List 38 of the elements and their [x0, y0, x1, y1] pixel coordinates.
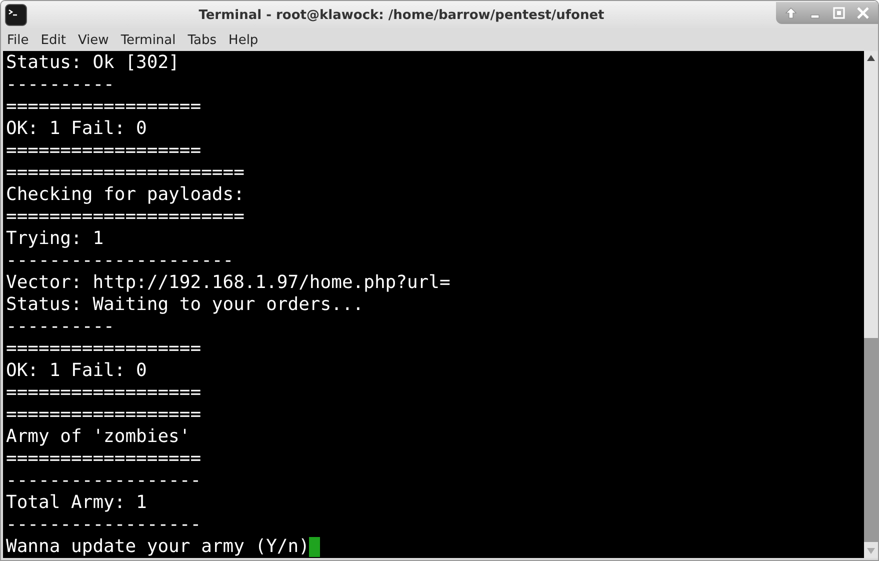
menu-item[interactable]: Tabs — [182, 32, 223, 48]
terminal-line: Trying: 1 — [6, 228, 104, 250]
terminal-line: ====================== — [6, 206, 244, 228]
menu-item[interactable]: Edit — [34, 32, 72, 48]
scroll-up-icon[interactable] — [866, 53, 876, 63]
terminal-line: ---------- — [6, 316, 114, 338]
terminal-line: Status: Waiting to your orders... — [6, 294, 364, 316]
terminal-line: ================== — [6, 338, 202, 360]
terminal-line: Total Army: 1 — [6, 492, 147, 514]
menu-item[interactable]: Help — [222, 32, 264, 48]
menu-item[interactable]: View — [72, 32, 115, 48]
close-icon[interactable] — [856, 6, 870, 20]
maximize-icon[interactable] — [832, 6, 846, 20]
terminal-line: Vector: http://192.168.1.97/home.php?url= — [6, 272, 450, 294]
terminal-line: Status: Ok [302] — [6, 52, 180, 74]
scroll-down-icon[interactable] — [866, 546, 876, 556]
menu-item[interactable]: Terminal — [114, 32, 182, 48]
terminal-line: Checking for payloads: — [6, 184, 244, 206]
window-title: Terminal - root@klawock: /home/barrow/pentest/ufonet — [198, 8, 606, 22]
terminal-line: ------------------ — [6, 514, 202, 536]
terminal-line: Wanna update your army (Y/n) — [6, 536, 310, 558]
terminal-line: ================== — [6, 382, 202, 404]
terminal-line: ================== — [6, 448, 202, 470]
terminal-line: OK: 1 Fail: 0 — [6, 360, 147, 382]
terminal-icon — [5, 4, 27, 26]
terminal-line: --------------------- — [6, 250, 234, 272]
terminal-line: ====================== — [6, 162, 244, 184]
terminal-line: OK: 1 Fail: 0 — [6, 118, 147, 140]
terminal-line: Army of 'zombies' — [6, 426, 190, 448]
terminal-line: ---------- — [6, 74, 114, 96]
terminal-line: ================== — [6, 140, 202, 162]
terminal-line: ================== — [6, 96, 202, 118]
terminal-line: ================== — [6, 404, 202, 426]
scrollbar-thumb[interactable] — [864, 338, 878, 542]
terminal-line: ------------------ — [6, 470, 202, 492]
up-arrow-icon[interactable] — [784, 6, 798, 20]
menu-item[interactable]: File — [1, 32, 35, 48]
scrollbar[interactable] — [864, 51, 878, 558]
